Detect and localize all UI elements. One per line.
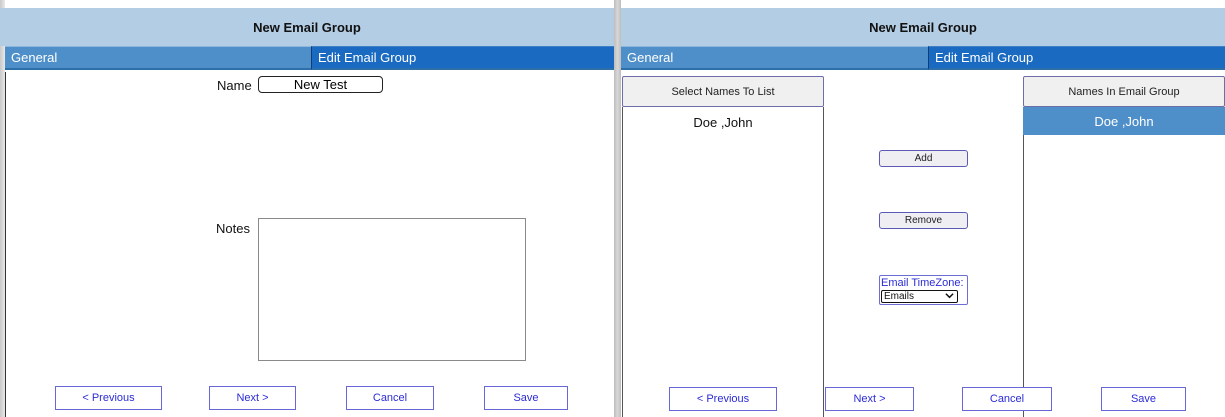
available-names-list: Select Names To List Doe ,John [622,76,824,417]
tab-bar: General Edit Email Group [621,46,1225,72]
tab-general[interactable]: General [621,46,928,70]
timezone-group: Email TimeZone: Emails [879,275,968,305]
group-names-list: Names In Email Group Doe ,John [1023,76,1225,417]
edit-email-group-panel: New Email Group General Edit Email Group… [621,0,1225,417]
frame-border [5,72,6,417]
group-names-header[interactable]: Names In Email Group [1023,76,1225,107]
cancel-button[interactable]: Cancel [346,386,434,410]
notes-label: Notes [216,221,250,236]
list-item[interactable]: Doe ,John [622,108,824,136]
add-button[interactable]: Add [879,150,968,167]
panel-title: New Email Group [0,8,614,46]
available-names-header[interactable]: Select Names To List [622,76,824,107]
list-item-selected[interactable]: Doe ,John [1023,107,1225,135]
remove-button[interactable]: Remove [879,212,968,229]
list-border [1023,107,1024,417]
tab-bar: General Edit Email Group [0,46,614,72]
next-button[interactable]: Next > [825,387,914,411]
timezone-select[interactable]: Emails [881,290,958,303]
name-input[interactable] [258,76,383,93]
next-button[interactable]: Next > [209,386,296,410]
tab-general[interactable]: General [5,46,311,70]
timezone-label: Email TimeZone: [881,277,964,289]
cancel-button[interactable]: Cancel [962,387,1052,411]
panel-divider [614,0,621,417]
previous-button[interactable]: < Previous [669,387,777,411]
previous-button[interactable]: < Previous [55,386,162,410]
name-label: Name [217,78,252,93]
list-border [622,107,623,417]
timezone-selected-value: Emails [884,291,915,302]
chevron-down-icon [945,291,954,303]
notes-textarea[interactable] [258,218,526,361]
panel-title: New Email Group [621,8,1225,46]
save-button[interactable]: Save [1101,387,1186,411]
save-button[interactable]: Save [484,386,568,410]
list-border [823,107,824,417]
general-panel: New Email Group General Edit Email Group… [0,0,614,417]
tab-edit-email-group[interactable]: Edit Email Group [928,46,1225,70]
tab-edit-email-group[interactable]: Edit Email Group [311,46,614,70]
